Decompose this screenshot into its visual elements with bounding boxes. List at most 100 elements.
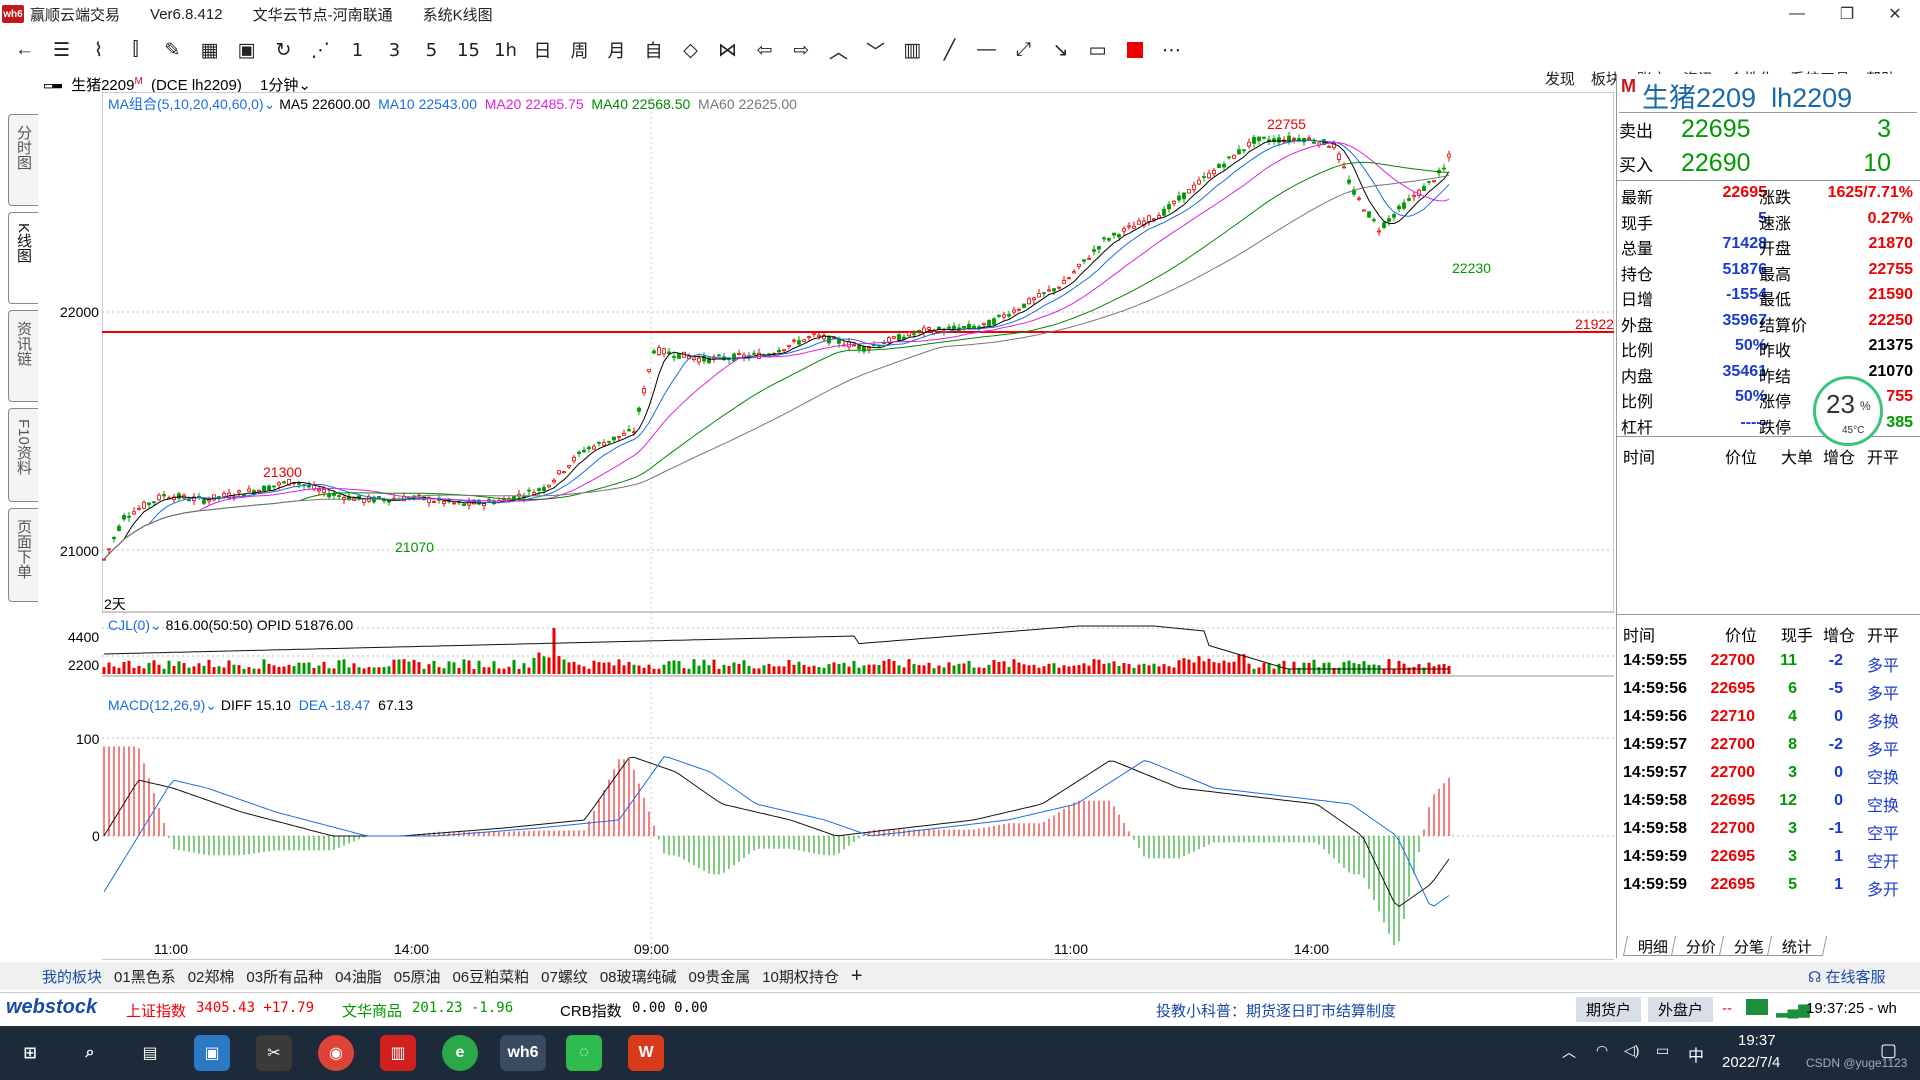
up-icon[interactable]: ︿ bbox=[820, 34, 857, 66]
block-mine[interactable]: 我的板块 bbox=[42, 966, 102, 987]
tick-row[interactable]: 14:59:58 22700 3 -1 空平 bbox=[1617, 820, 1920, 848]
period-month[interactable]: 月 bbox=[598, 34, 635, 66]
minimize-icon[interactable]: — bbox=[1774, 0, 1820, 28]
arrow-down-right-icon[interactable]: ↘ bbox=[1042, 34, 1079, 66]
volume-bar bbox=[797, 661, 801, 674]
task-view-icon[interactable]: ▤ bbox=[132, 1035, 168, 1071]
tray-wifi-icon[interactable]: ◠ bbox=[1596, 1042, 1608, 1059]
tray-ime[interactable]: 中 bbox=[1688, 1042, 1704, 1066]
online-service[interactable]: ☊ 在线客服 bbox=[1808, 966, 1886, 987]
wps-icon[interactable]: W bbox=[628, 1035, 664, 1071]
down-icon[interactable]: ﹀ bbox=[857, 34, 894, 66]
ray-icon[interactable]: ⤢ bbox=[1005, 34, 1042, 66]
back-icon[interactable]: ← bbox=[6, 34, 43, 66]
notification-icon[interactable]: ▢ bbox=[1880, 1040, 1897, 1061]
color-icon[interactable] bbox=[1116, 34, 1153, 66]
block-08[interactable]: 08玻璃纯碱 bbox=[600, 966, 677, 987]
block-02[interactable]: 02郑棉 bbox=[188, 966, 235, 987]
tray-chevron-icon[interactable]: ︿ bbox=[1562, 1042, 1576, 1062]
block-01[interactable]: 01黑色系 bbox=[114, 966, 176, 987]
idx1-name[interactable]: 上证指数 bbox=[126, 1000, 186, 1021]
add-block-icon[interactable]: + bbox=[851, 965, 863, 988]
macd-label[interactable]: MACD(12,26,9) bbox=[108, 697, 205, 713]
tick-row[interactable]: 14:59:56 22695 6 -5 多平 bbox=[1617, 680, 1920, 708]
rect-icon[interactable]: ▭ bbox=[1079, 34, 1116, 66]
tab-kline[interactable]: K线图 bbox=[8, 212, 38, 304]
tab-f10[interactable]: F10资料 bbox=[8, 408, 38, 502]
candle-icon[interactable]: ⫿ bbox=[117, 34, 154, 66]
futures-account-button[interactable]: 期货户 bbox=[1576, 997, 1642, 1022]
tick-row[interactable]: 14:59:59 22695 5 1 多开 bbox=[1617, 876, 1920, 904]
tray-battery-icon[interactable]: ▭ bbox=[1656, 1042, 1669, 1059]
period-1[interactable]: 1 bbox=[339, 34, 376, 66]
tray-date[interactable]: 2022/7/4 bbox=[1722, 1054, 1780, 1071]
tick-row[interactable]: 14:59:59 22695 3 1 空开 bbox=[1617, 848, 1920, 876]
block-04[interactable]: 04油脂 bbox=[335, 966, 382, 987]
tick-row[interactable]: 14:59:58 22695 12 0 空换 bbox=[1617, 792, 1920, 820]
tick-row[interactable]: 14:59:56 22710 4 0 多换 bbox=[1617, 708, 1920, 736]
vol-chevron-icon[interactable]: ⌄ bbox=[150, 617, 166, 633]
tick-row[interactable]: 14:59:55 22700 11 -2 多平 bbox=[1617, 652, 1920, 680]
draw-line-icon[interactable]: ╱ bbox=[931, 34, 968, 66]
tray-volume-icon[interactable]: ◁) bbox=[1624, 1042, 1639, 1059]
order-icon[interactable]: ✎ bbox=[154, 34, 191, 66]
block-10[interactable]: 10期权持仓 bbox=[762, 966, 839, 987]
kline-chart[interactable] bbox=[102, 92, 1614, 960]
close-icon[interactable]: ✕ bbox=[1872, 0, 1918, 28]
tab-newschain[interactable]: 资讯链 bbox=[8, 310, 38, 402]
tab-timeshare[interactable]: 分时图 bbox=[8, 114, 38, 206]
calculator-icon[interactable]: ▦ bbox=[191, 34, 228, 66]
period-5[interactable]: 5 bbox=[413, 34, 450, 66]
period-day[interactable]: 日 bbox=[524, 34, 561, 66]
period-week[interactable]: 周 bbox=[561, 34, 598, 66]
tab-stats[interactable]: 统计 bbox=[1766, 936, 1828, 956]
more-icon[interactable]: ⋯ bbox=[1153, 34, 1190, 66]
layout-icon[interactable]: ▥ bbox=[894, 34, 931, 66]
tick-row[interactable]: 14:59:57 22700 8 -2 多平 bbox=[1617, 736, 1920, 764]
block-09[interactable]: 09贵金属 bbox=[689, 966, 751, 987]
cpu-gauge[interactable]: 23 % 45°C bbox=[1813, 376, 1883, 446]
save-icon[interactable]: ▣ bbox=[228, 34, 265, 66]
left-icon[interactable]: ⇦ bbox=[746, 34, 783, 66]
zoom-in-icon[interactable]: ◇ bbox=[672, 34, 709, 66]
refresh-icon[interactable]: ↻ bbox=[265, 34, 302, 66]
period-1h[interactable]: 1h bbox=[487, 34, 524, 66]
foreign-account-button[interactable]: 外盘户 bbox=[1648, 997, 1714, 1022]
app-snip-icon[interactable]: ✂ bbox=[256, 1035, 292, 1071]
period-custom[interactable]: 自 bbox=[635, 34, 672, 66]
wechat-icon[interactable]: ◌ bbox=[566, 1035, 602, 1071]
block-07[interactable]: 07螺纹 bbox=[541, 966, 588, 987]
edu-tip[interactable]: 投教小科普：期货逐日盯市结算制度 bbox=[1156, 1000, 1396, 1021]
tick-row[interactable]: 14:59:57 22700 3 0 空换 bbox=[1617, 764, 1920, 792]
search-icon[interactable]: ⌕ bbox=[72, 1035, 108, 1071]
right-icon[interactable]: ⇨ bbox=[783, 34, 820, 66]
block-05[interactable]: 05原油 bbox=[394, 966, 441, 987]
list-icon[interactable]: ☰ bbox=[43, 34, 80, 66]
tab-order[interactable]: 页面下单 bbox=[8, 508, 38, 602]
block-06[interactable]: 06豆粕菜粕 bbox=[452, 966, 529, 987]
idx2-name[interactable]: 文华商品 bbox=[342, 1000, 402, 1021]
chrome-icon[interactable]: ◉ bbox=[318, 1035, 354, 1071]
windows-start-icon[interactable]: ⊞ bbox=[12, 1035, 48, 1071]
app-green-icon[interactable]: e bbox=[442, 1035, 478, 1071]
tray-time[interactable]: 19:37 bbox=[1738, 1032, 1776, 1049]
period-15[interactable]: 15 bbox=[450, 34, 487, 66]
block-03[interactable]: 03所有品种 bbox=[246, 966, 323, 987]
restore-icon[interactable]: ❐ bbox=[1824, 0, 1870, 28]
ma-chevron-icon[interactable]: ⌄ bbox=[264, 96, 280, 112]
hline-icon[interactable]: — bbox=[968, 34, 1005, 66]
app-explorer-icon[interactable]: ▣ bbox=[194, 1035, 230, 1071]
app-wh6-icon[interactable]: wh6 bbox=[500, 1035, 546, 1071]
vol-label[interactable]: CJL(0) bbox=[108, 617, 150, 633]
ask-row[interactable]: 卖出 22695 3 bbox=[1619, 112, 1917, 146]
menu-discover[interactable]: 发现 bbox=[1545, 68, 1575, 89]
bid-row[interactable]: 买入 22690 10 bbox=[1619, 146, 1917, 180]
zoom-out-icon[interactable]: ⋈ bbox=[709, 34, 746, 66]
period-3[interactable]: 3 bbox=[376, 34, 413, 66]
strategy-icon[interactable]: ⋰ bbox=[302, 34, 339, 66]
line-chart-icon[interactable]: ⌇ bbox=[80, 34, 117, 66]
macd-chevron-icon[interactable]: ⌄ bbox=[205, 697, 221, 713]
idx3-name[interactable]: CRB指数 bbox=[560, 1000, 622, 1021]
ma-combo-label[interactable]: MA组合(5,10,20,40,60,0) bbox=[108, 96, 264, 112]
app-trading-icon[interactable]: ▥ bbox=[380, 1035, 416, 1071]
